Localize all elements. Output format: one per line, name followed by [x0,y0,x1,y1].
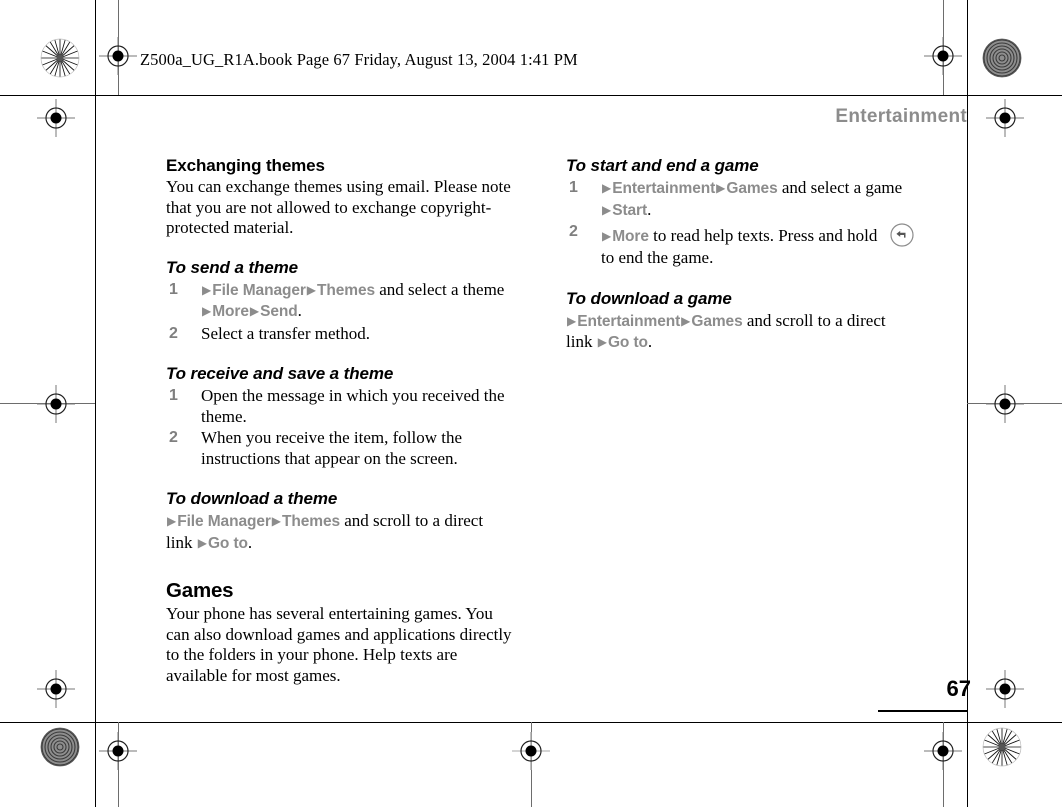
left-column: Exchanging themes You can exchange theme… [166,156,512,686]
trim-line-top-horizontal [0,95,1062,96]
nav-triangle-icon: ▶ [197,535,207,550]
registration-mark-icon [99,37,137,75]
nav-triangle-icon: ▶ [202,282,212,297]
nav-triangle-icon: ▶ [167,514,177,528]
registration-mark-icon [512,732,550,770]
menu-item-label: Send [260,303,298,320]
step-number: 2 [169,429,178,446]
step-number: 2 [169,324,178,342]
nav-triangle-icon: ▶ [681,313,691,328]
steps-to-send-a-theme: 1 ▶File Manager▶Themes and select a theme… [166,280,512,345]
registration-mark-icon [37,99,75,137]
navline-to-download-a-game: ▶Entertainment▶Games and scroll to a dir… [566,310,886,352]
nav-triangle-icon: ▶ [597,335,607,349]
procedure-step: 2 Select a transfer method. [169,323,370,343]
heading-games: Games [166,579,234,602]
heading-to-download-a-game: To download a game [566,288,732,308]
step-number: 1 [569,179,578,196]
nav-triangle-icon: ▶ [249,304,260,318]
registration-mark-icon [37,385,75,423]
registration-mark-icon [986,385,1024,423]
procedure-step: 1 ▶File Manager▶Themes and select a theme… [169,279,505,321]
menu-item-label: Themes [282,513,341,530]
nav-triangle-icon: ▶ [271,514,282,528]
file-slug-line: Z500a_UG_R1A.book Page 67 Friday, August… [140,50,578,69]
folio-rule [878,710,967,712]
nav-triangle-icon: ▶ [306,282,317,297]
nav-triangle-icon: ▶ [602,202,612,217]
heading-to-send-a-theme: To send a theme [166,257,299,277]
paragraph-exchanging-themes: You can exchange themes using email. Ple… [166,177,511,237]
star-target-patch-icon [982,727,1022,767]
menu-item-label: More [612,228,649,245]
star-target-patch-icon [40,38,80,78]
paragraph-games: Your phone has several entertaining game… [166,604,512,685]
star-target-patch-icon [982,38,1022,78]
procedure-step: 1 ▶Entertainment▶Games and select a game … [569,178,903,219]
heading-to-start-and-end-a-game: To start and end a game [566,156,759,175]
nav-triangle-icon: ▶ [202,304,212,318]
heading-to-download-a-theme: To download a theme [166,489,338,508]
navline-to-download-a-theme: ▶File Manager▶Themes and scroll to a dir… [166,511,484,552]
halftone-patch-icon [40,727,80,767]
running-head-chapter-title: Entertainment [835,106,967,127]
procedure-step: 2 When you receive the item, follow the i… [169,428,463,468]
heading-to-receive-and-save-a-theme: To receive and save a theme [166,364,394,383]
step-number: 1 [169,280,178,298]
registration-mark-icon [924,732,962,770]
menu-item-label: Start [612,201,648,219]
registration-mark-icon [986,670,1024,708]
menu-item-label: File Manager [212,281,306,299]
procedure-step: 2 ▶More to read help texts. Press and hol… [566,222,916,269]
steps-to-start-and-end-a-game: 1 ▶Entertainment▶Games and select a game … [566,178,916,269]
nav-triangle-icon: ▶ [716,181,726,195]
nav-triangle-icon: ▶ [602,181,612,195]
procedure-step: 1 Open the message in which you received … [169,386,505,426]
back-key-icon [889,222,915,248]
menu-item-label: Games [691,312,743,330]
document-page: Z500a_UG_R1A.book Page 67 Friday, August… [0,0,1062,807]
registration-mark-icon [924,37,962,75]
menu-item-label: Go to [207,534,248,552]
steps-to-receive-and-save-a-theme: 1 Open the message in which you received … [166,386,512,469]
menu-item-label: Entertainment [612,180,716,197]
menu-item-label: More [212,303,249,320]
right-column: To start and end a game 1 ▶Entertainment▶… [566,156,916,354]
nav-triangle-icon: ▶ [567,313,577,328]
step-number: 1 [169,387,178,404]
nav-triangle-icon: ▶ [602,229,612,243]
step-number: 2 [569,223,578,240]
trim-line-left-vertical [95,0,96,807]
menu-item-label: Entertainment [577,312,681,330]
menu-item-label: Themes [317,281,376,299]
registration-mark-icon [37,670,75,708]
menu-item-label: Go to [607,334,648,351]
heading-exchanging-themes: Exchanging themes [166,156,325,175]
menu-item-label: File Manager [177,513,271,530]
registration-mark-icon [99,732,137,770]
registration-mark-icon [986,99,1024,137]
page-number: 67 [946,676,971,701]
menu-item-label: Games [726,180,778,197]
